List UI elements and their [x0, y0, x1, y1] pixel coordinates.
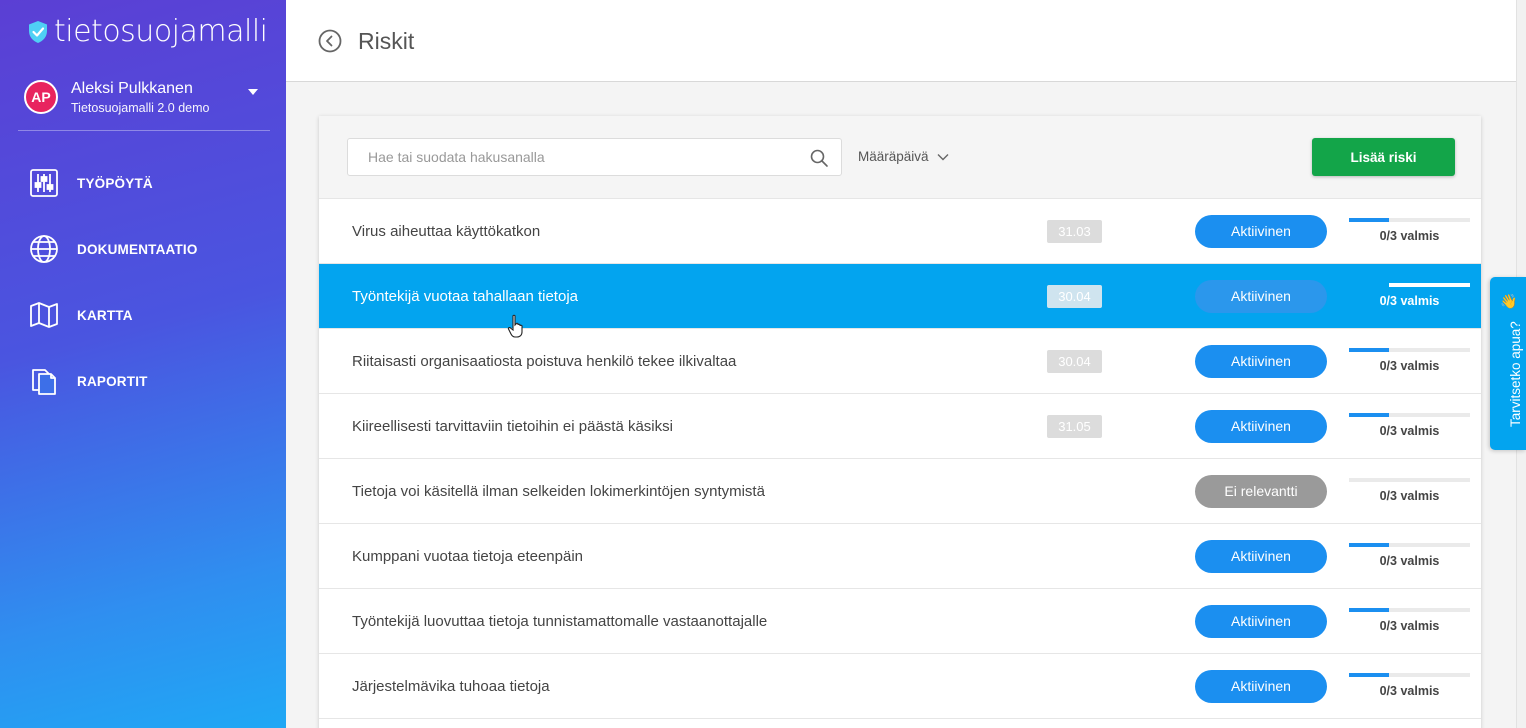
- progress-label: 0/3 valmis: [1379, 294, 1440, 308]
- page-header: Riskit: [286, 0, 1516, 82]
- sidebar: tietosuojamalli AP Aleksi Pulkkanen Tiet…: [0, 0, 286, 728]
- risk-title[interactable]: Riitaisasti organisaatiosta poistuva hen…: [352, 353, 736, 370]
- progress-label: 0/3 valmis: [1379, 424, 1440, 438]
- risk-title[interactable]: Kiireellisesti tarvittaviin tietoihin ei…: [352, 418, 673, 435]
- progress-fill: [1349, 543, 1389, 547]
- progress-bar: [1349, 413, 1470, 417]
- risk-title[interactable]: Tietoja voi käsitellä ilman selkeiden lo…: [352, 483, 765, 500]
- sidebar-item-tyopoyta[interactable]: TYÖPÖYTÄ: [0, 150, 286, 216]
- progress-bar: [1349, 283, 1470, 287]
- due-date-badge: 30.04: [1047, 285, 1102, 308]
- sort-dropdown[interactable]: Määräpäivä: [858, 149, 949, 164]
- shield-logo-icon: [29, 20, 47, 43]
- add-risk-button[interactable]: Lisää riski: [1312, 138, 1455, 176]
- sidebar-divider: [18, 130, 270, 131]
- reports-icon: [29, 366, 59, 396]
- chevron-down-icon[interactable]: [248, 89, 258, 95]
- progress-bar: [1349, 543, 1470, 547]
- progress-fill: [1349, 413, 1389, 417]
- sidebar-nav: TYÖPÖYTÄ DOKUMENTAATIO KARTTA RAPORTIT: [0, 150, 286, 414]
- status-badge[interactable]: Ei relevantti: [1195, 475, 1327, 508]
- table-row[interactable]: Kumppani vuotaa tietoja eteenpäin Aktiivi…: [319, 524, 1481, 589]
- risk-title[interactable]: Työntekijä vuotaa tahallaan tietoja: [352, 288, 578, 305]
- progress-bar: [1349, 608, 1470, 612]
- globe-icon: [29, 234, 59, 264]
- table-row[interactable]: Riitaisasti organisaatiosta poistuva hen…: [319, 329, 1481, 394]
- status-badge[interactable]: Aktiivinen: [1195, 345, 1327, 378]
- user-name: Aleksi Pulkkanen: [71, 79, 193, 97]
- progress-fill: [1349, 673, 1389, 677]
- table-row[interactable]: Työntekijä luovuttaa tietoja tunnistamat…: [319, 589, 1481, 654]
- status-badge[interactable]: Aktiivinen: [1195, 670, 1327, 703]
- risk-title[interactable]: Työntekijä luovuttaa tietoja tunnistamat…: [352, 613, 767, 630]
- status-badge[interactable]: Aktiivinen: [1195, 605, 1327, 638]
- risk-title[interactable]: Järjestelmävika tuhoaa tietoja: [352, 678, 550, 695]
- sidebar-item-label: KARTTA: [77, 307, 133, 323]
- app-logo[interactable]: tietosuojamalli: [28, 14, 268, 49]
- status-badge[interactable]: Aktiivinen: [1195, 280, 1327, 313]
- progress-label: 0/3 valmis: [1379, 359, 1440, 373]
- logo-text: tietosuojamalli: [54, 14, 268, 49]
- user-menu[interactable]: AP Aleksi Pulkkanen Tietosuojamalli 2.0 …: [24, 72, 270, 122]
- sort-label: Määräpäivä: [858, 149, 929, 164]
- status-badge[interactable]: Aktiivinen: [1195, 410, 1327, 443]
- sidebar-item-kartta[interactable]: KARTTA: [0, 282, 286, 348]
- table-row[interactable]: Kiireellisesti tarvittaviin tietoihin ei…: [319, 394, 1481, 459]
- search-box: [347, 138, 842, 176]
- progress-fill: [1349, 283, 1389, 287]
- due-date-badge: 31.03: [1047, 220, 1102, 243]
- due-date-badge: 31.05: [1047, 415, 1102, 438]
- risk-list-card: Määräpäivä Lisää riski Virus aiheuttaa k…: [319, 116, 1481, 728]
- waving-hand-icon: 👋: [1500, 293, 1518, 309]
- progress-bar: [1349, 673, 1470, 677]
- progress-label: 0/3 valmis: [1379, 554, 1440, 568]
- sidebar-item-dokumentaatio[interactable]: DOKUMENTAATIO: [0, 216, 286, 282]
- table-row[interactable]: Järjestelmävika tuhoaa tietoja Aktiivinen…: [319, 654, 1481, 719]
- chevron-down-icon: [937, 153, 949, 160]
- progress-label: 0/3 valmis: [1379, 684, 1440, 698]
- avatar: AP: [24, 80, 58, 114]
- progress-bar: [1349, 348, 1470, 352]
- progress-fill: [1349, 218, 1389, 222]
- sidebar-item-label: TYÖPÖYTÄ: [77, 175, 153, 191]
- dashboard-sliders-icon: [29, 168, 59, 198]
- progress-fill: [1349, 608, 1389, 612]
- search-input[interactable]: [348, 139, 788, 175]
- table-row[interactable]: Virus aiheuttaa käyttökatkon 31.03 Aktiivi…: [319, 199, 1481, 264]
- page-title: Riskit: [358, 28, 415, 54]
- risk-title[interactable]: Kumppani vuotaa tietoja eteenpäin: [352, 548, 583, 565]
- progress-bar: [1349, 478, 1470, 482]
- progress-label: 0/3 valmis: [1379, 489, 1440, 503]
- help-tab[interactable]: 👋 Tarvitsetko apua?: [1490, 277, 1526, 450]
- map-icon: [29, 300, 59, 330]
- hand-cursor-icon: [507, 314, 523, 338]
- status-badge[interactable]: Aktiivinen: [1195, 540, 1327, 573]
- progress-bar: [1349, 218, 1470, 222]
- progress-label: 0/3 valmis: [1379, 619, 1440, 633]
- due-date-badge: 30.04: [1047, 350, 1102, 373]
- back-arrow-icon[interactable]: [318, 29, 342, 53]
- risk-list: Virus aiheuttaa käyttökatkon 31.03 Aktiivi…: [319, 199, 1481, 719]
- toolbar: Määräpäivä Lisää riski: [319, 116, 1481, 199]
- help-tab-label: Tarvitsetko apua?: [1508, 321, 1523, 427]
- table-row[interactable]: Tietoja voi käsitellä ilman selkeiden lo…: [319, 459, 1481, 524]
- sidebar-item-label: RAPORTIT: [77, 373, 148, 389]
- sidebar-item-raportit[interactable]: RAPORTIT: [0, 348, 286, 414]
- status-badge[interactable]: Aktiivinen: [1195, 215, 1327, 248]
- risk-title[interactable]: Virus aiheuttaa käyttökatkon: [352, 223, 540, 240]
- sidebar-item-label: DOKUMENTAATIO: [77, 241, 198, 257]
- table-row[interactable]: Työntekijä vuotaa tahallaan tietoja 30.04…: [319, 264, 1481, 329]
- search-icon[interactable]: [809, 148, 829, 168]
- progress-fill: [1349, 348, 1389, 352]
- user-org: Tietosuojamalli 2.0 demo: [71, 100, 210, 115]
- progress-label: 0/3 valmis: [1379, 229, 1440, 243]
